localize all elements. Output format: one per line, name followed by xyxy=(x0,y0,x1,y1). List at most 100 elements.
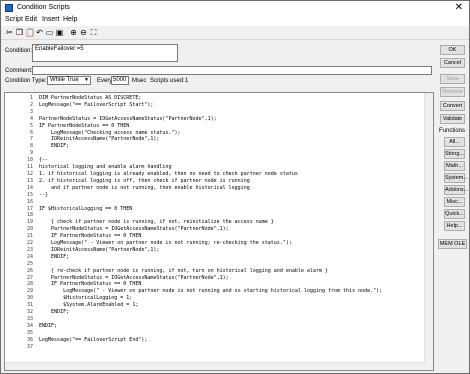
condition-field[interactable]: EnableFailover:=5 xyxy=(32,44,178,62)
cancel-button[interactable]: Cancel xyxy=(440,58,465,68)
every-field[interactable]: 5000 xyxy=(111,76,129,85)
line-number: 15 xyxy=(26,191,33,198)
line-text: --} xyxy=(39,191,49,198)
line-number: 5 xyxy=(29,122,33,129)
function-string-button[interactable]: String... xyxy=(444,149,465,159)
line-text: $HistoricalLogging = 1; xyxy=(39,295,133,302)
cut-icon[interactable]: ✂ xyxy=(5,28,14,37)
code-line: 29 LogMessage(" - Viewer on partner node… xyxy=(5,288,382,295)
line-number: 7 xyxy=(29,136,33,143)
validate-button[interactable]: Validate xyxy=(440,114,465,124)
code-line: 16 xyxy=(5,199,382,206)
line-number: 1 xyxy=(29,95,33,101)
code-line: 36 LogMessage("== FailoverScript End"); xyxy=(5,337,382,344)
line-text: LogMessage("Checking access name status.… xyxy=(39,129,181,136)
line-text: ENDIF; xyxy=(39,322,58,329)
menu-bar: Script Edit Insert Help xyxy=(1,15,469,26)
line-number: 14 xyxy=(26,184,33,191)
function-quick-button[interactable]: Quick... xyxy=(444,209,465,219)
line-number: 3 xyxy=(29,108,33,115)
line-number: 37 xyxy=(26,343,33,350)
line-text: ENDIF; xyxy=(39,253,70,260)
line-number: 10 xyxy=(26,157,33,164)
code-line: 7 IOReinitAccessName("PartnerNode",1); xyxy=(5,136,382,143)
select-all-icon[interactable]: ▭ xyxy=(45,28,54,37)
zoom-in-icon[interactable]: ⊕ xyxy=(69,28,78,37)
paste-icon[interactable]: 📋 xyxy=(25,28,35,37)
line-text: { re-check if partner node is running, i… xyxy=(39,267,328,274)
code-line: 1 DIM PartnerNodeStatus AS DISCRETE; xyxy=(5,95,382,102)
line-number: 35 xyxy=(26,329,33,336)
code-line: 9 xyxy=(5,150,382,157)
menu-script[interactable]: Script xyxy=(5,16,23,23)
code-line: 17 IF $HistoricalLogging == 0 THEN xyxy=(5,206,382,213)
code-line: 2 LogMessage("== FailoverScript Start"); xyxy=(5,102,382,109)
horizontal-scrollbar[interactable] xyxy=(5,362,425,370)
code-line: 11 historical logging and enable alarm ha… xyxy=(5,164,382,171)
function-system-button[interactable]: System... xyxy=(444,173,468,183)
line-number: 34 xyxy=(26,322,33,329)
line-number: 12 xyxy=(26,170,33,177)
line-number: 30 xyxy=(26,295,33,302)
condition-label: Condition: xyxy=(5,48,33,54)
comment-field[interactable] xyxy=(32,66,432,75)
line-number: 16 xyxy=(26,198,33,205)
line-number: 4 xyxy=(29,115,33,122)
close-icon[interactable]: ✕ xyxy=(455,2,463,14)
scripts-used-value: 1 xyxy=(185,78,189,84)
line-text: LogMessage("== FailoverScript Start"); xyxy=(39,101,154,108)
scripts-used-label: Scripts used: xyxy=(150,78,185,84)
remove-button[interactable]: Remove xyxy=(440,87,465,97)
line-number: 24 xyxy=(26,253,33,260)
code-line: 3 xyxy=(5,109,382,116)
mem-ole-button[interactable]: MEM OLE xyxy=(438,239,467,249)
undo-icon[interactable]: ↶ xyxy=(35,28,44,37)
line-number: 31 xyxy=(26,302,33,309)
copy-icon[interactable]: ❐ xyxy=(15,28,24,37)
line-number: 28 xyxy=(26,281,33,288)
fit-icon[interactable]: ⛶ xyxy=(89,28,98,37)
script-editor[interactable]: 1 DIM PartnerNodeStatus AS DISCRETE; 2 LogM… xyxy=(4,92,434,371)
line-text: PartnerNodeStatus = IOGetAccessNameStatu… xyxy=(39,226,229,233)
zoom-out-icon[interactable]: ⊖ xyxy=(79,28,88,37)
function-help-button[interactable]: Help... xyxy=(444,221,465,231)
code-line: 37 xyxy=(5,344,382,351)
line-number: 32 xyxy=(26,309,33,316)
menu-insert[interactable]: Insert xyxy=(42,16,60,23)
app-icon xyxy=(5,4,13,12)
code-line: 20 PartnerNodeStatus = IOGetAccessNameSt… xyxy=(5,226,382,233)
ok-button[interactable]: OK xyxy=(440,45,465,55)
menu-edit[interactable]: Edit xyxy=(25,16,37,23)
save-button[interactable]: Save xyxy=(440,74,465,84)
code-line: 30 $HistoricalLogging = 1; xyxy=(5,295,382,302)
line-number: 21 xyxy=(26,233,33,240)
line-text: PartnerNodeStatus = IOGetAccessNameStatu… xyxy=(39,115,217,122)
function-addons-button[interactable]: Addons... xyxy=(444,185,468,195)
line-text: LogMessage("== FailoverScript End"); xyxy=(39,336,148,343)
line-number: 2 xyxy=(29,101,33,108)
line-text: IF PartnerNodeStatus == 0 THEN xyxy=(39,233,142,240)
line-number: 13 xyxy=(26,177,33,184)
code-line: 28 IF PartnerNodeStatus == 0 THEN xyxy=(5,281,382,288)
line-number: 36 xyxy=(26,336,33,343)
line-text: DIM PartnerNodeStatus AS DISCRETE; xyxy=(39,95,142,101)
line-number: 29 xyxy=(26,288,33,295)
function-all-button[interactable]: All... xyxy=(444,137,465,147)
find-icon[interactable]: ▣ xyxy=(55,28,64,37)
vertical-scrollbar[interactable] xyxy=(424,93,433,370)
menu-help[interactable]: Help xyxy=(63,16,77,23)
code-line: 31 $System.AlarmEnabled = 1; xyxy=(5,302,382,309)
code-area[interactable]: 1 DIM PartnerNodeStatus AS DISCRETE; 2 LogM… xyxy=(5,95,382,351)
code-line: 10 {-- xyxy=(5,157,382,164)
line-number: 26 xyxy=(26,267,33,274)
line-text: IF PartnerNodeStatus == 0 THEN xyxy=(39,122,130,129)
line-number: 9 xyxy=(29,150,33,157)
function-math-button[interactable]: Math... xyxy=(444,161,465,171)
code-line: 33 xyxy=(5,316,382,323)
line-text: IF PartnerNodeStatus == 0 THEN xyxy=(39,281,142,288)
line-text: IOReinitAccessName("PartnerNode",1); xyxy=(39,246,160,253)
convert-button[interactable]: Convert xyxy=(440,101,465,111)
function-misc-button[interactable]: Misc... xyxy=(444,197,465,207)
condition-type-select[interactable]: While True ▼ xyxy=(47,76,91,85)
condition-type-value: While True xyxy=(50,77,79,83)
